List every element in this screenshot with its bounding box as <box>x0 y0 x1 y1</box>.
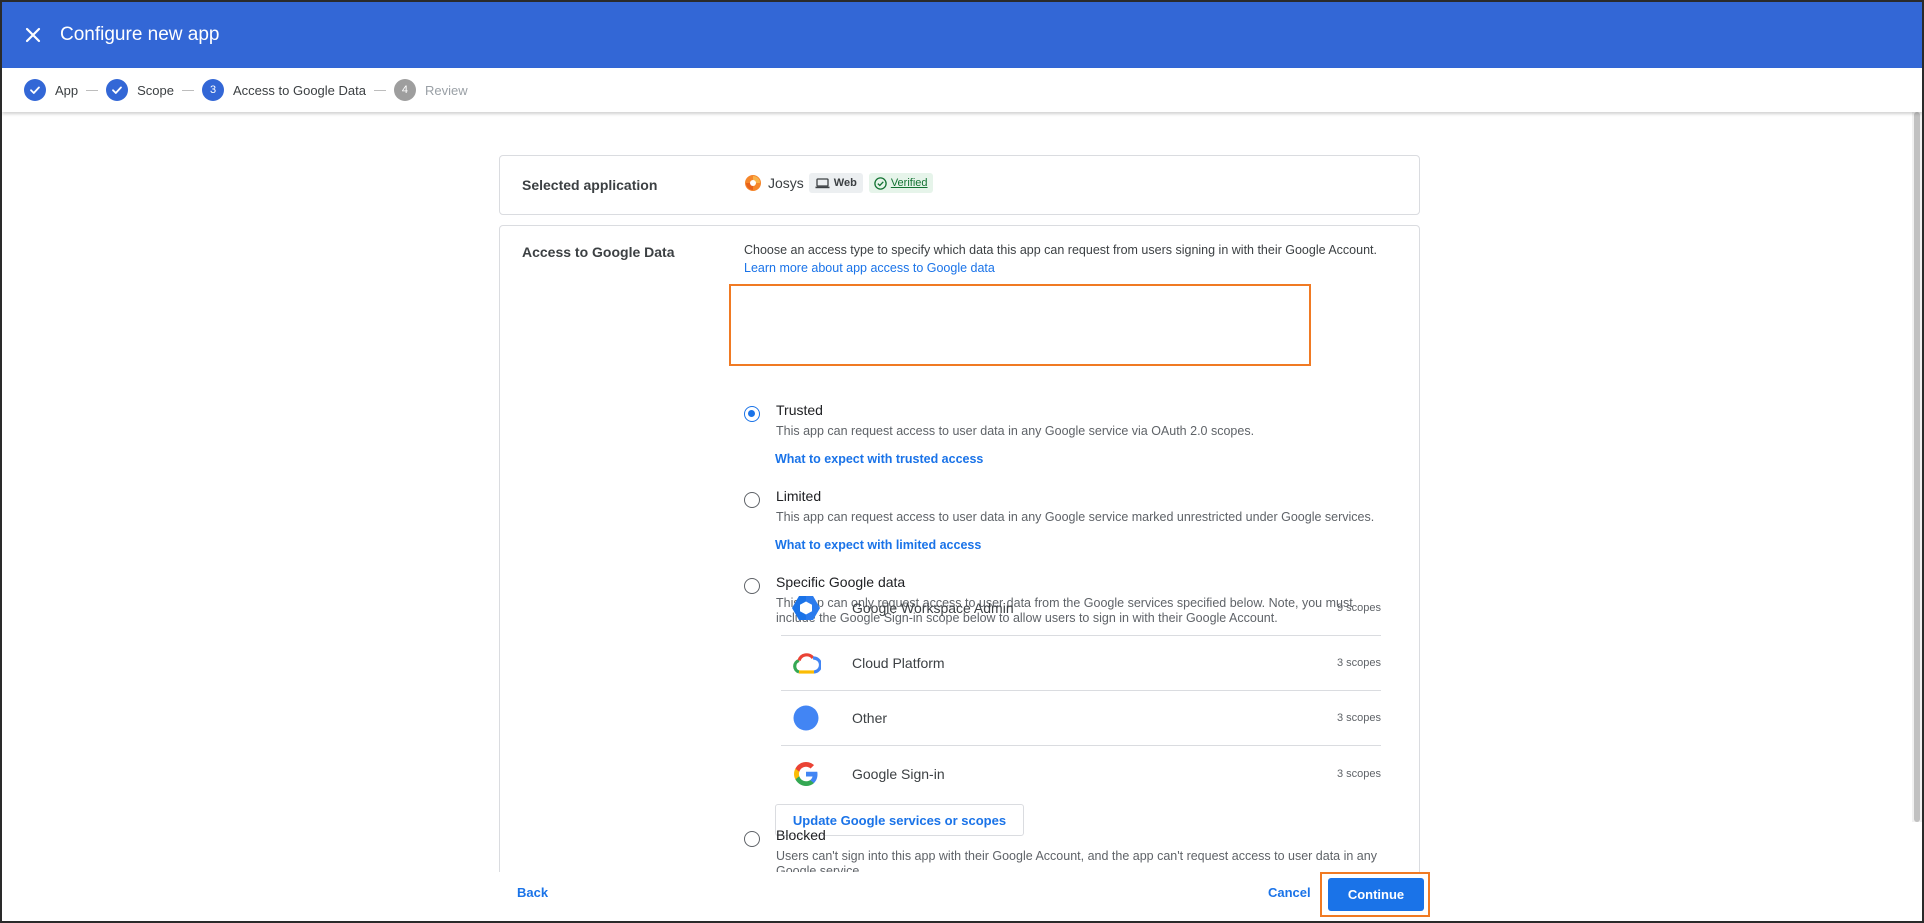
list-item: Cloud Platform 3 scopes <box>781 636 1381 691</box>
step-review[interactable]: 4 Review <box>393 79 468 101</box>
app-window: Configure new app App Scope 3 Access to … <box>0 0 1924 923</box>
cloud-platform-icon <box>791 648 821 678</box>
learn-more-link[interactable]: Learn more about app access to Google da… <box>744 259 1377 277</box>
step-scope[interactable]: Scope <box>106 79 174 101</box>
check-circle-icon <box>874 176 887 190</box>
access-intro: Choose an access type to specify which d… <box>744 241 1377 277</box>
trusted-access-link[interactable]: What to expect with trusted access <box>775 452 983 466</box>
radio-blocked[interactable] <box>744 831 760 847</box>
list-item: Other 3 scopes <box>781 691 1381 746</box>
close-button[interactable] <box>18 20 48 50</box>
cancel-button[interactable]: Cancel <box>1268 885 1311 900</box>
step-separator <box>373 89 386 91</box>
radio-limited[interactable] <box>744 492 760 508</box>
option-blocked: Blocked Users can't sign into this app w… <box>744 823 1394 872</box>
option-description: This app can request access to user data… <box>776 424 1255 438</box>
selected-application-label: Selected application <box>522 177 658 193</box>
step-label: App <box>55 82 79 98</box>
step-app[interactable]: App <box>24 79 78 101</box>
verified-label: Verified <box>890 177 928 189</box>
limited-access-link[interactable]: What to expect with limited access <box>775 538 981 552</box>
check-icon <box>24 79 46 101</box>
option-description: This app can request access to user data… <box>776 510 1375 524</box>
other-service-icon <box>791 703 821 733</box>
list-item: Google Workspace Admin 9 scopes <box>781 581 1381 636</box>
option-title: Trusted <box>776 402 823 418</box>
list-item: Google Sign-in 3 scopes <box>781 746 1381 801</box>
scope-count: 3 scopes <box>1336 712 1381 724</box>
radio-specific[interactable] <box>744 578 760 594</box>
back-button[interactable]: Back <box>517 885 548 900</box>
step-separator <box>182 89 195 91</box>
footer: Back Cancel Continue <box>2 872 1914 921</box>
app-info: Josys Web Verified <box>744 173 933 193</box>
top-bar: Configure new app <box>2 2 1922 68</box>
step-label: Scope <box>137 82 175 98</box>
scrollbar[interactable] <box>1912 112 1922 822</box>
scrollbar-thumb[interactable] <box>1914 112 1920 822</box>
google-g-icon <box>791 759 821 789</box>
service-name: Google Workspace Admin <box>852 600 1014 616</box>
josys-logo-icon <box>745 175 761 191</box>
services-list: Google Workspace Admin 9 scopes Cloud Pl… <box>781 581 1381 801</box>
platform-chip: Web <box>808 173 863 193</box>
step-label: Access to Google Data <box>233 82 366 98</box>
service-name: Google Sign-in <box>852 765 945 782</box>
service-name: Cloud Platform <box>852 655 945 671</box>
option-title: Blocked <box>776 827 826 843</box>
option-limited: Limited This app can request access to u… <box>744 484 1394 554</box>
continue-button[interactable]: Continue <box>1328 878 1424 911</box>
step-access[interactable]: 3 Access to Google Data <box>202 79 366 101</box>
verified-badge[interactable]: Verified <box>868 173 933 193</box>
option-trusted: Trusted This app can request access to u… <box>744 398 1394 468</box>
step-separator <box>86 89 99 91</box>
main-content: Selected application Josys Web Verified … <box>2 112 1914 872</box>
check-icon <box>106 79 129 101</box>
selected-application-card: Selected application Josys Web Verified <box>499 155 1420 215</box>
stepper: App Scope 3 Access to Google Data 4 Revi… <box>2 68 1922 112</box>
access-label: Access to Google Data <box>522 244 675 260</box>
scope-count: 9 scopes <box>1336 602 1381 614</box>
workspace-admin-icon <box>791 593 821 623</box>
trusted-option-highlight <box>729 284 1311 366</box>
platform-label: Web <box>833 177 857 189</box>
radio-trusted[interactable] <box>744 406 760 422</box>
step-label: Review <box>424 82 468 98</box>
step-number: 4 <box>393 79 416 101</box>
page-title: Configure new app <box>60 24 220 45</box>
scope-count: 3 scopes <box>1336 657 1381 669</box>
access-intro-text: Choose an access type to specify which d… <box>744 243 1377 257</box>
option-title: Limited <box>776 488 822 504</box>
laptop-icon <box>815 177 830 188</box>
scope-count: 3 scopes <box>1336 767 1381 780</box>
app-name: Josys <box>768 175 804 191</box>
step-number: 3 <box>202 79 225 101</box>
service-name: Other <box>852 710 888 726</box>
close-icon <box>25 27 41 43</box>
option-description: Users can't sign into this app with thei… <box>776 849 1377 872</box>
